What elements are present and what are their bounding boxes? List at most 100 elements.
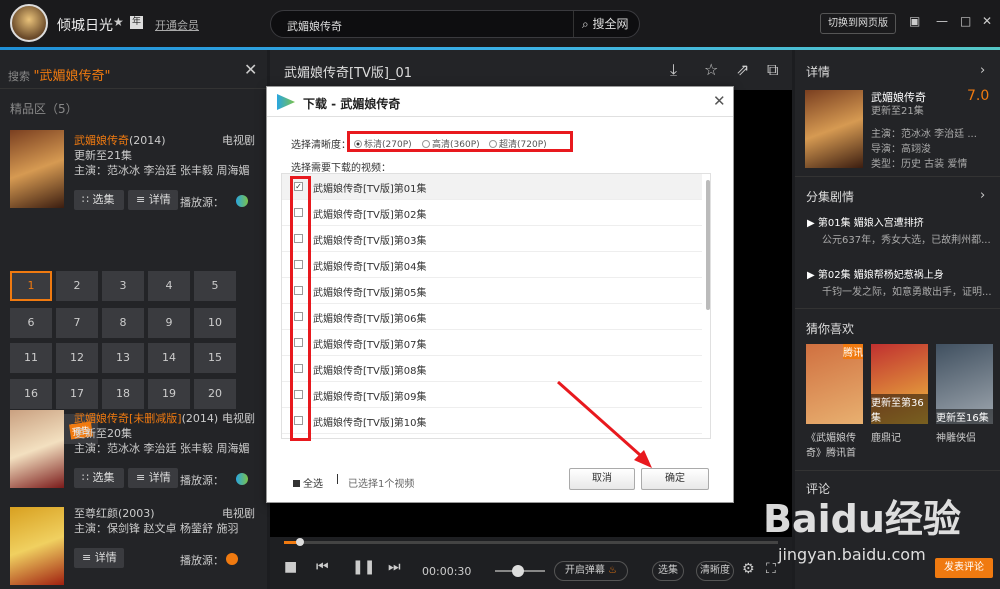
episode-button[interactable]: 5 xyxy=(194,271,236,301)
dialog-close-icon[interactable]: ✕ xyxy=(713,92,726,110)
episode-button[interactable]: 10 xyxy=(194,308,236,338)
menu-icon[interactable]: ▣ xyxy=(909,14,920,28)
recommend-label[interactable]: 鹿鼎记 xyxy=(871,429,901,444)
episode-summary-title[interactable]: ▶ 第01集 媚娘入宫遭排挤 xyxy=(807,214,924,229)
list-item[interactable]: 武媚娘传奇[TV版]第07集 xyxy=(282,330,702,356)
episode-button[interactable]: 8 xyxy=(102,308,144,338)
share-icon[interactable]: ⇗ xyxy=(736,60,749,79)
list-item[interactable]: 武媚娘传奇[TV版]第10集 xyxy=(282,408,702,434)
poster[interactable] xyxy=(10,507,64,585)
top-bar: 倾城日光 ★ 年 开通会员 武媚娘传奇 ⌕ 搜全网 切换到网页版 ▣ — □ ✕ xyxy=(0,0,1000,49)
poster[interactable] xyxy=(10,130,64,208)
danmu-button[interactable]: 开启弹幕 ♨ xyxy=(554,561,628,581)
episode-button[interactable]: 17 xyxy=(56,379,98,409)
episode-button[interactable]: 1 xyxy=(10,271,52,301)
show-title[interactable]: 武媚娘传奇[未删减版](2014) xyxy=(74,410,218,426)
detail-poster[interactable] xyxy=(805,90,863,168)
episode-button[interactable]: 19 xyxy=(148,379,190,409)
stop-icon[interactable]: ■ xyxy=(284,559,297,575)
divider xyxy=(795,470,1000,471)
list-item[interactable]: ✓ 武媚娘传奇[TV版]第01集 xyxy=(282,174,702,200)
fullscreen-icon[interactable]: ⛶ xyxy=(766,561,776,577)
recommend-poster[interactable]: 更新至第36集 xyxy=(871,344,928,424)
quality-button[interactable]: 清晰度 xyxy=(696,561,734,581)
watermark: Baidu经验 xyxy=(763,497,961,541)
list-item[interactable]: 武媚娘传奇[TV版]第06集 xyxy=(282,304,702,330)
quality-label: 选择清晰度： xyxy=(291,140,351,151)
details-button[interactable]: ≡ 详情 xyxy=(128,468,178,488)
minimize-icon[interactable]: — xyxy=(936,14,948,28)
episode-button[interactable]: 4 xyxy=(148,271,190,301)
episode-select-button[interactable]: 选集 xyxy=(652,561,684,581)
quality-option[interactable]: 超清(720P) xyxy=(489,137,547,150)
episode-button[interactable]: 16 xyxy=(10,379,52,409)
pause-icon[interactable]: ❚❚ xyxy=(352,559,375,575)
quality-option[interactable]: 高清(360P) xyxy=(422,137,480,150)
show-title[interactable]: 武媚娘传奇(2014) xyxy=(74,132,166,148)
close-icon[interactable]: ✕ xyxy=(982,14,992,28)
list-item[interactable]: 武媚娘传奇[TV版]第02集 xyxy=(282,200,702,226)
details-button[interactable]: ≡ 详情 xyxy=(128,190,178,210)
recommend-label[interactable]: 神雕侠侣 xyxy=(936,429,976,444)
select-episode-button[interactable]: ∷ 选集 xyxy=(74,190,124,210)
episode-button[interactable]: 6 xyxy=(10,308,52,338)
episode-button[interactable]: 9 xyxy=(148,308,190,338)
search-input[interactable]: 武媚娘传奇 xyxy=(287,18,342,34)
list-item[interactable]: 武媚娘传奇[TV版]第09集 xyxy=(282,382,702,408)
source-icon[interactable] xyxy=(226,553,238,565)
episode-summary-title[interactable]: ▶ 第02集 媚娘帮杨妃惹祸上身 xyxy=(807,266,944,281)
cancel-button[interactable]: 取消 xyxy=(569,468,635,490)
episode-button[interactable]: 3 xyxy=(102,271,144,301)
previous-icon[interactable]: ⏮ xyxy=(316,559,329,575)
download-icon[interactable]: ⤓ xyxy=(670,60,677,80)
select-all[interactable]: 全选 xyxy=(293,475,323,490)
details-button[interactable]: ≡ 详情 xyxy=(74,548,124,568)
progress-bar[interactable] xyxy=(284,538,778,546)
episode-button[interactable]: 20 xyxy=(194,379,236,409)
episode-button[interactable]: 18 xyxy=(102,379,144,409)
list-item[interactable]: 武媚娘传奇[TV版]第05集 xyxy=(282,278,702,304)
episode-button[interactable]: 13 xyxy=(102,343,144,373)
recommend-poster[interactable]: 更新至16集 xyxy=(936,344,993,424)
list-item[interactable]: 武媚娘传奇[TV版]第03集 xyxy=(282,226,702,252)
details-heading: 详情 xyxy=(806,65,831,79)
list-item[interactable]: 武媚娘传奇[TV版]第04集 xyxy=(282,252,702,278)
favorite-icon[interactable]: ☆ xyxy=(704,60,718,79)
quality-option[interactable]: 标清(270P) xyxy=(354,137,412,150)
username[interactable]: 倾城日光 xyxy=(57,15,113,35)
search-box[interactable]: 武媚娘传奇 ⌕ 搜全网 xyxy=(270,10,640,38)
open-vip-link[interactable]: 开通会员 xyxy=(155,17,199,33)
close-search-icon[interactable]: ✕ xyxy=(244,60,257,79)
list-item[interactable]: 武媚娘传奇[TV版]第08集 xyxy=(282,356,702,382)
search-all-button[interactable]: ⌕ 搜全网 xyxy=(573,11,639,37)
source-icon[interactable] xyxy=(236,195,248,207)
episode-button[interactable]: 2 xyxy=(56,271,98,301)
publish-comment-button[interactable]: 发表评论 xyxy=(935,558,993,578)
volume-knob[interactable] xyxy=(512,565,524,577)
episode-button[interactable]: 14 xyxy=(148,343,190,373)
recommend-label[interactable]: 《武媚娘传奇》腾讯首 xyxy=(806,429,864,459)
switch-web-button[interactable]: 切换到网页版 xyxy=(820,13,896,34)
settings-icon[interactable]: ⚙ xyxy=(742,561,755,577)
poster[interactable] xyxy=(10,410,64,488)
episode-button[interactable]: 11 xyxy=(10,343,52,373)
progress-knob[interactable] xyxy=(296,538,304,546)
chevron-right-icon[interactable]: › xyxy=(980,188,985,203)
recommend-poster[interactable]: 腾讯 xyxy=(806,344,863,424)
mini-player-icon[interactable]: ⧉ xyxy=(767,60,778,80)
maximize-icon[interactable]: □ xyxy=(960,14,971,28)
show-title[interactable]: 至尊红颜(2003) xyxy=(74,505,155,521)
avatar[interactable] xyxy=(10,4,48,42)
confirm-button[interactable]: 确定 xyxy=(641,468,709,490)
year-badge: 年 xyxy=(130,16,143,29)
search-icon: ⌕ xyxy=(582,17,593,31)
select-episode-button[interactable]: ∷ 选集 xyxy=(74,468,124,488)
chevron-right-icon[interactable]: › xyxy=(980,63,985,78)
source-icon[interactable] xyxy=(236,473,248,485)
scrollbar[interactable] xyxy=(706,180,710,310)
episode-button[interactable]: 7 xyxy=(56,308,98,338)
next-icon[interactable]: ⏭ xyxy=(388,559,401,575)
watermark-url: jingyan.baidu.com xyxy=(778,545,926,564)
episode-button[interactable]: 15 xyxy=(194,343,236,373)
episode-button[interactable]: 12 xyxy=(56,343,98,373)
